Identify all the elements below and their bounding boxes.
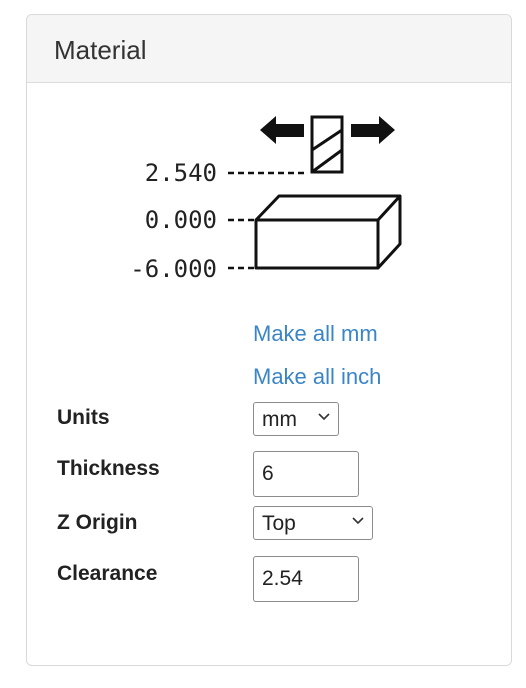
make-all-inch-link[interactable]: Make all inch [253, 364, 381, 390]
end-mill-icon [310, 115, 344, 174]
z-origin-label: Z Origin [57, 511, 138, 534]
z-origin-select[interactable]: Top [253, 506, 373, 540]
clearance-label: Clearance [57, 562, 158, 585]
bottom-readout: -6.000 [130, 255, 217, 283]
material-diagram: 2.540 0.000 -6.000 [130, 115, 402, 283]
arrow-right-icon [351, 116, 395, 144]
units-label: Units [57, 406, 110, 429]
stock-block-icon [254, 194, 402, 270]
units-select[interactable]: mm [253, 402, 339, 436]
make-all-mm-link[interactable]: Make all mm [253, 321, 378, 347]
units-value: mm [262, 408, 297, 431]
clearance-input[interactable] [253, 556, 359, 602]
thickness-input[interactable] [253, 451, 359, 497]
top-readout: 0.000 [145, 206, 217, 234]
thickness-label: Thickness [57, 457, 160, 480]
chevron-down-icon [318, 413, 330, 421]
arrow-left-icon [260, 116, 304, 144]
clearance-readout: 2.540 [145, 159, 217, 187]
chevron-down-icon [352, 517, 364, 525]
z-origin-value: Top [262, 512, 296, 535]
